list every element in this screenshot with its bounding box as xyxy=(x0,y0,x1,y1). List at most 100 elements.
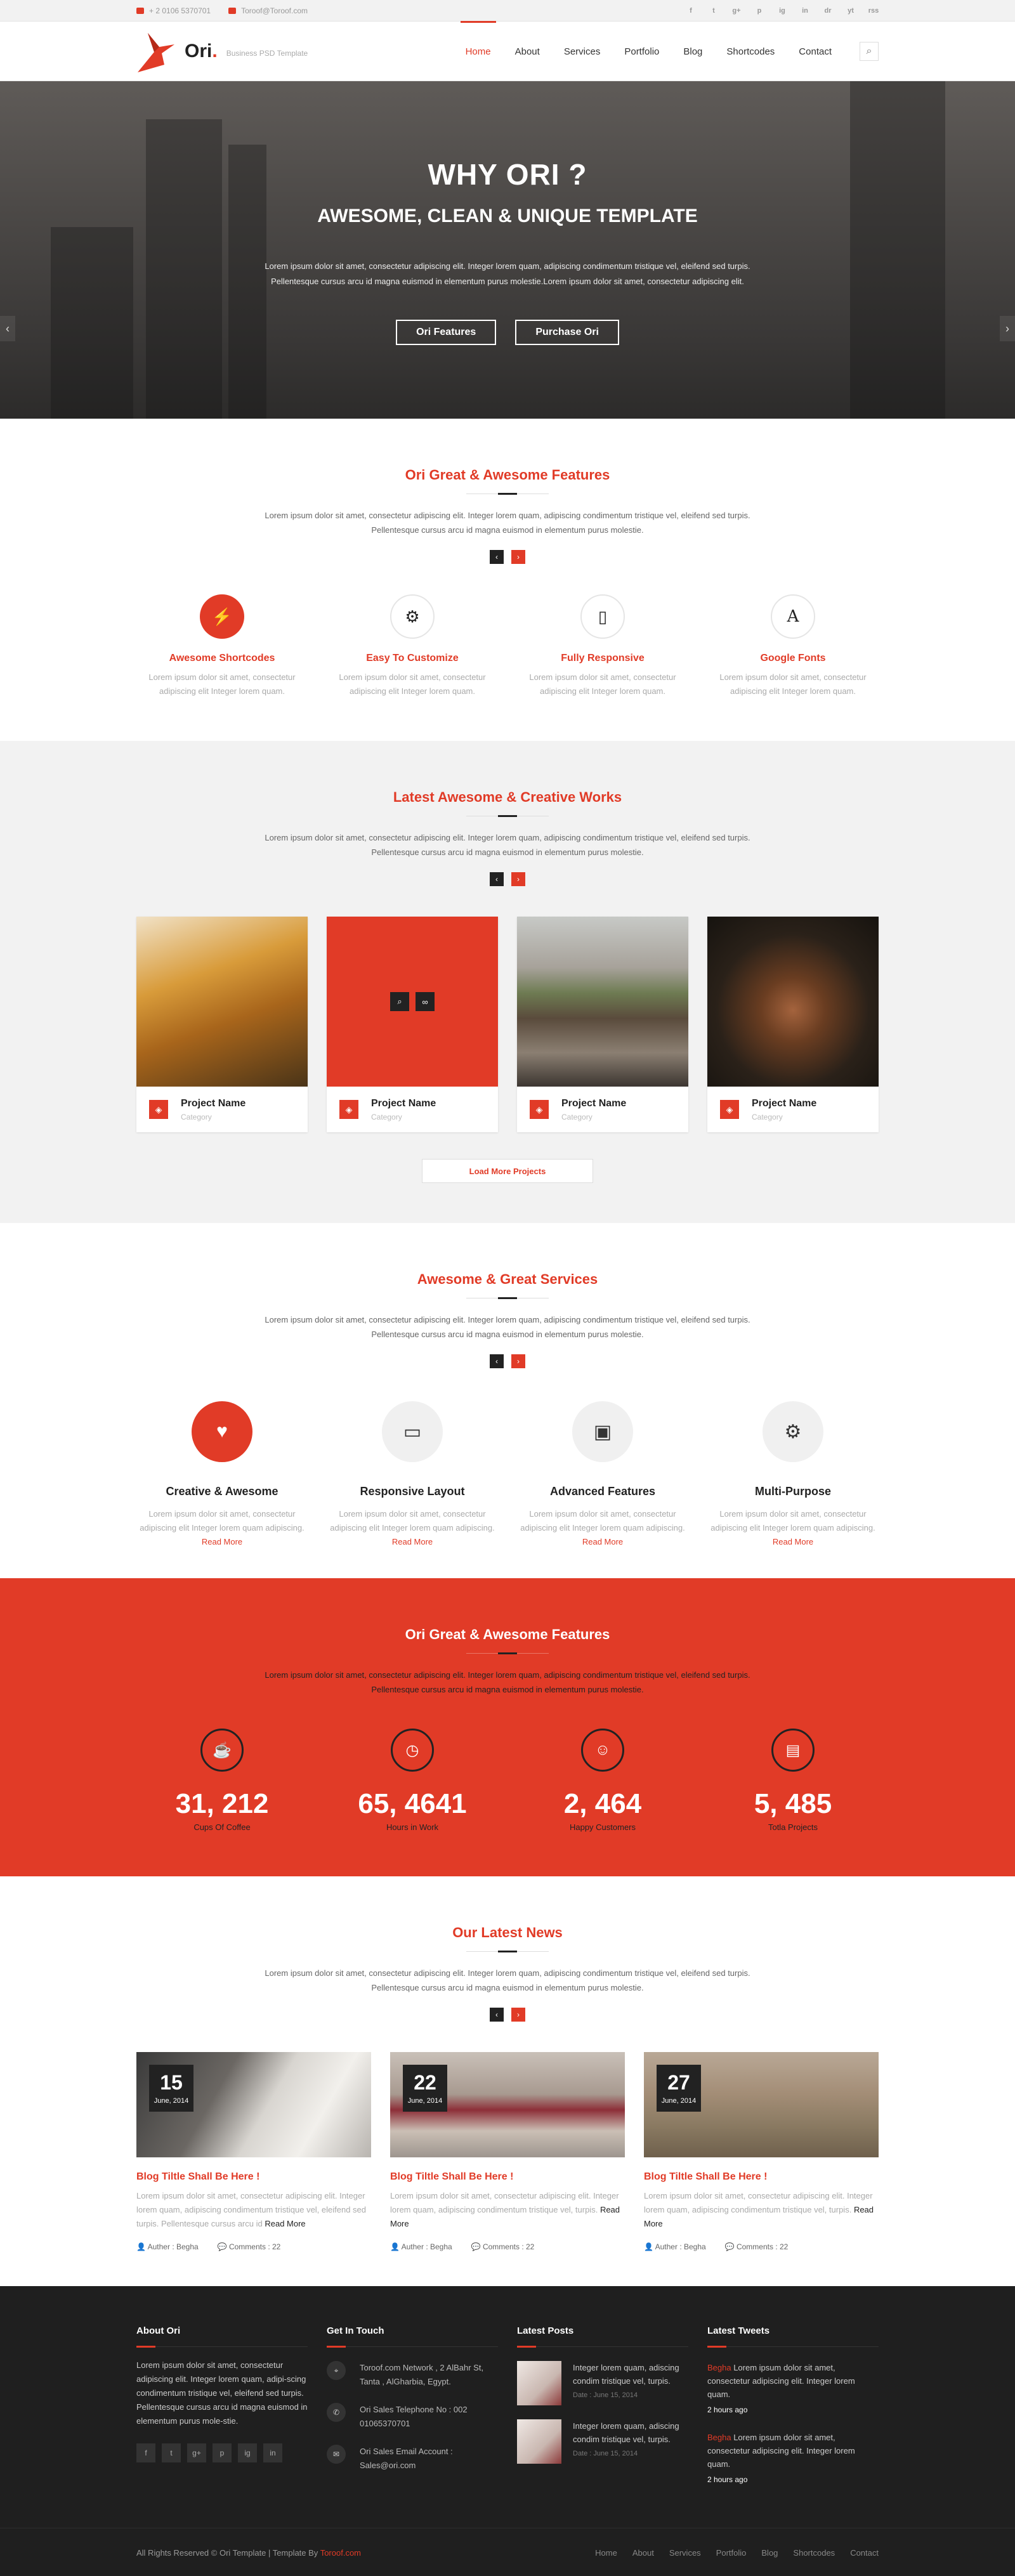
feature-text: Lorem ipsum dolor sit amet, consectetur … xyxy=(529,672,676,696)
features-prev-arrow[interactable]: ‹ xyxy=(490,550,504,564)
news-image[interactable]: 22 June, 2014 xyxy=(390,2052,625,2157)
facebook-icon[interactable]: f xyxy=(686,6,696,16)
read-more-link[interactable]: Read More xyxy=(773,1537,813,1546)
twitter-icon[interactable]: t xyxy=(162,2443,181,2462)
stat-label: Hours in Work xyxy=(386,1822,439,1832)
logo[interactable]: Ori. Business PSD Template xyxy=(136,28,308,75)
instagram-icon[interactable]: ig xyxy=(238,2443,257,2462)
project-card[interactable]: ◈ Project Name Category xyxy=(136,917,308,1132)
post-title[interactable]: Integer lorem quam, adiscing condim tris… xyxy=(573,2419,688,2446)
project-card[interactable]: ◈ Project Name Category xyxy=(707,917,879,1132)
project-name[interactable]: Project Name xyxy=(181,1098,246,1109)
project-name[interactable]: Project Name xyxy=(561,1098,626,1109)
news-comments[interactable]: 💬 Comments : 22 xyxy=(725,2242,789,2251)
project-image-hover[interactable]: ⌕ ∞ xyxy=(327,917,498,1087)
project-image[interactable] xyxy=(517,917,688,1087)
nav-portfolio[interactable]: Portfolio xyxy=(624,22,659,81)
post-item[interactable]: Integer lorem quam, adiscing condim tris… xyxy=(517,2361,688,2405)
project-card[interactable]: ⌕ ∞ ◈ Project Name Category xyxy=(327,917,498,1132)
service-title[interactable]: Responsive Layout xyxy=(327,1485,498,1498)
mobile-icon: ▯ xyxy=(580,594,625,639)
post-thumbnail[interactable] xyxy=(517,2419,561,2464)
read-more-link[interactable]: Read More xyxy=(582,1537,623,1546)
nav-contact[interactable]: Contact xyxy=(799,22,832,81)
nav-shortcodes[interactable]: Shortcodes xyxy=(726,22,775,81)
news-title[interactable]: Blog Tiltle Shall Be Here ! xyxy=(390,2171,625,2183)
news-desc: Lorem ipsum dolor sit amet, consectetur … xyxy=(265,1968,750,1992)
works-desc: Lorem ipsum dolor sit amet, consectetur … xyxy=(265,833,750,857)
features-section: Ori Great & Awesome Features Lorem ipsum… xyxy=(0,419,1015,741)
works-next-arrow[interactable]: › xyxy=(511,872,525,886)
service-title[interactable]: Advanced Features xyxy=(517,1485,688,1498)
tweet-user[interactable]: Begha xyxy=(707,2433,731,2442)
news-comments[interactable]: 💬 Comments : 22 xyxy=(471,2242,535,2251)
project-name[interactable]: Project Name xyxy=(371,1098,436,1109)
author-link[interactable]: Toroof.com xyxy=(320,2548,361,2558)
leaf-icon: ◈ xyxy=(149,1100,168,1119)
rss-icon[interactable]: rss xyxy=(868,6,879,16)
pinterest-icon[interactable]: p xyxy=(754,6,764,16)
footer-link-home[interactable]: Home xyxy=(595,2548,617,2558)
feature-title[interactable]: Fully Responsive xyxy=(517,653,688,664)
works-prev-arrow[interactable]: ‹ xyxy=(490,872,504,886)
linkedin-icon[interactable]: in xyxy=(800,6,810,16)
feature-title[interactable]: Google Fonts xyxy=(707,653,879,664)
dribbble-icon[interactable]: dr xyxy=(823,6,833,16)
tweet-user[interactable]: Begha xyxy=(707,2363,731,2372)
nav-services[interactable]: Services xyxy=(564,22,601,81)
project-card[interactable]: ◈ Project Name Category xyxy=(517,917,688,1132)
nav-blog[interactable]: Blog xyxy=(683,22,702,81)
youtube-icon[interactable]: yt xyxy=(846,6,856,16)
zoom-icon[interactable]: ⌕ xyxy=(390,992,409,1011)
post-thumbnail[interactable] xyxy=(517,2361,561,2405)
facebook-icon[interactable]: f xyxy=(136,2443,155,2462)
footer-link-portfolio[interactable]: Portfolio xyxy=(716,2548,747,2558)
phone-icon xyxy=(136,8,144,14)
news-comments[interactable]: 💬 Comments : 22 xyxy=(218,2242,281,2251)
instagram-icon[interactable]: ig xyxy=(777,6,787,16)
email-text[interactable]: Ori Sales Email Account : Sales@ori.com xyxy=(360,2445,498,2473)
post-title[interactable]: Integer lorem quam, adiscing condim tris… xyxy=(573,2361,688,2388)
news-title[interactable]: Blog Tiltle Shall Be Here ! xyxy=(136,2171,371,2183)
feature-title[interactable]: Easy To Customize xyxy=(327,653,498,664)
nav-home[interactable]: Home xyxy=(460,21,496,81)
footer-link-about[interactable]: About xyxy=(632,2548,654,2558)
link-icon[interactable]: ∞ xyxy=(416,992,435,1011)
services-next-arrow[interactable]: › xyxy=(511,1354,525,1368)
footer-link-services[interactable]: Services xyxy=(669,2548,701,2558)
load-more-button[interactable]: Load More Projects xyxy=(422,1159,593,1183)
news-prev-arrow[interactable]: ‹ xyxy=(490,2008,504,2022)
news-title[interactable]: Blog Tiltle Shall Be Here ! xyxy=(644,2171,879,2183)
linkedin-icon[interactable]: in xyxy=(263,2443,282,2462)
purchase-ori-button[interactable]: Purchase Ori xyxy=(515,320,619,345)
post-item[interactable]: Integer lorem quam, adiscing condim tris… xyxy=(517,2419,688,2464)
twitter-icon[interactable]: t xyxy=(709,6,719,16)
project-name[interactable]: Project Name xyxy=(752,1098,816,1109)
footer-link-contact[interactable]: Contact xyxy=(850,2548,879,2558)
feature-title[interactable]: Awesome Shortcodes xyxy=(136,653,308,664)
pinterest-icon[interactable]: p xyxy=(213,2443,232,2462)
email-info[interactable]: Toroof@Toroof.com xyxy=(228,6,308,15)
footer-link-blog[interactable]: Blog xyxy=(761,2548,778,2558)
news-next-arrow[interactable]: › xyxy=(511,2008,525,2022)
service-title[interactable]: Creative & Awesome xyxy=(136,1485,308,1498)
news-excerpt: Lorem ipsum dolor sit amet, consectetur … xyxy=(644,2191,874,2228)
project-image[interactable] xyxy=(707,917,879,1087)
read-more-link[interactable]: Read More xyxy=(392,1537,433,1546)
heart-icon: ♥ xyxy=(192,1401,252,1462)
read-more-link[interactable]: Read More xyxy=(265,2219,305,2228)
footer-link-shortcodes[interactable]: Shortcodes xyxy=(793,2548,835,2558)
nav-about[interactable]: About xyxy=(515,22,540,81)
news-image[interactable]: 27 June, 2014 xyxy=(644,2052,879,2157)
google-plus-icon[interactable]: g+ xyxy=(187,2443,206,2462)
google-plus-icon[interactable]: g+ xyxy=(731,6,742,16)
read-more-link[interactable]: Read More xyxy=(202,1537,242,1546)
news-image[interactable]: 15 June, 2014 xyxy=(136,2052,371,2157)
top-socials: f t g+ p ig in dr yt rss xyxy=(686,6,879,16)
ori-features-button[interactable]: Ori Features xyxy=(396,320,497,345)
project-image[interactable] xyxy=(136,917,308,1087)
search-button[interactable]: ⌕ xyxy=(860,42,879,61)
services-prev-arrow[interactable]: ‹ xyxy=(490,1354,504,1368)
features-next-arrow[interactable]: › xyxy=(511,550,525,564)
service-title[interactable]: Multi-Purpose xyxy=(707,1485,879,1498)
